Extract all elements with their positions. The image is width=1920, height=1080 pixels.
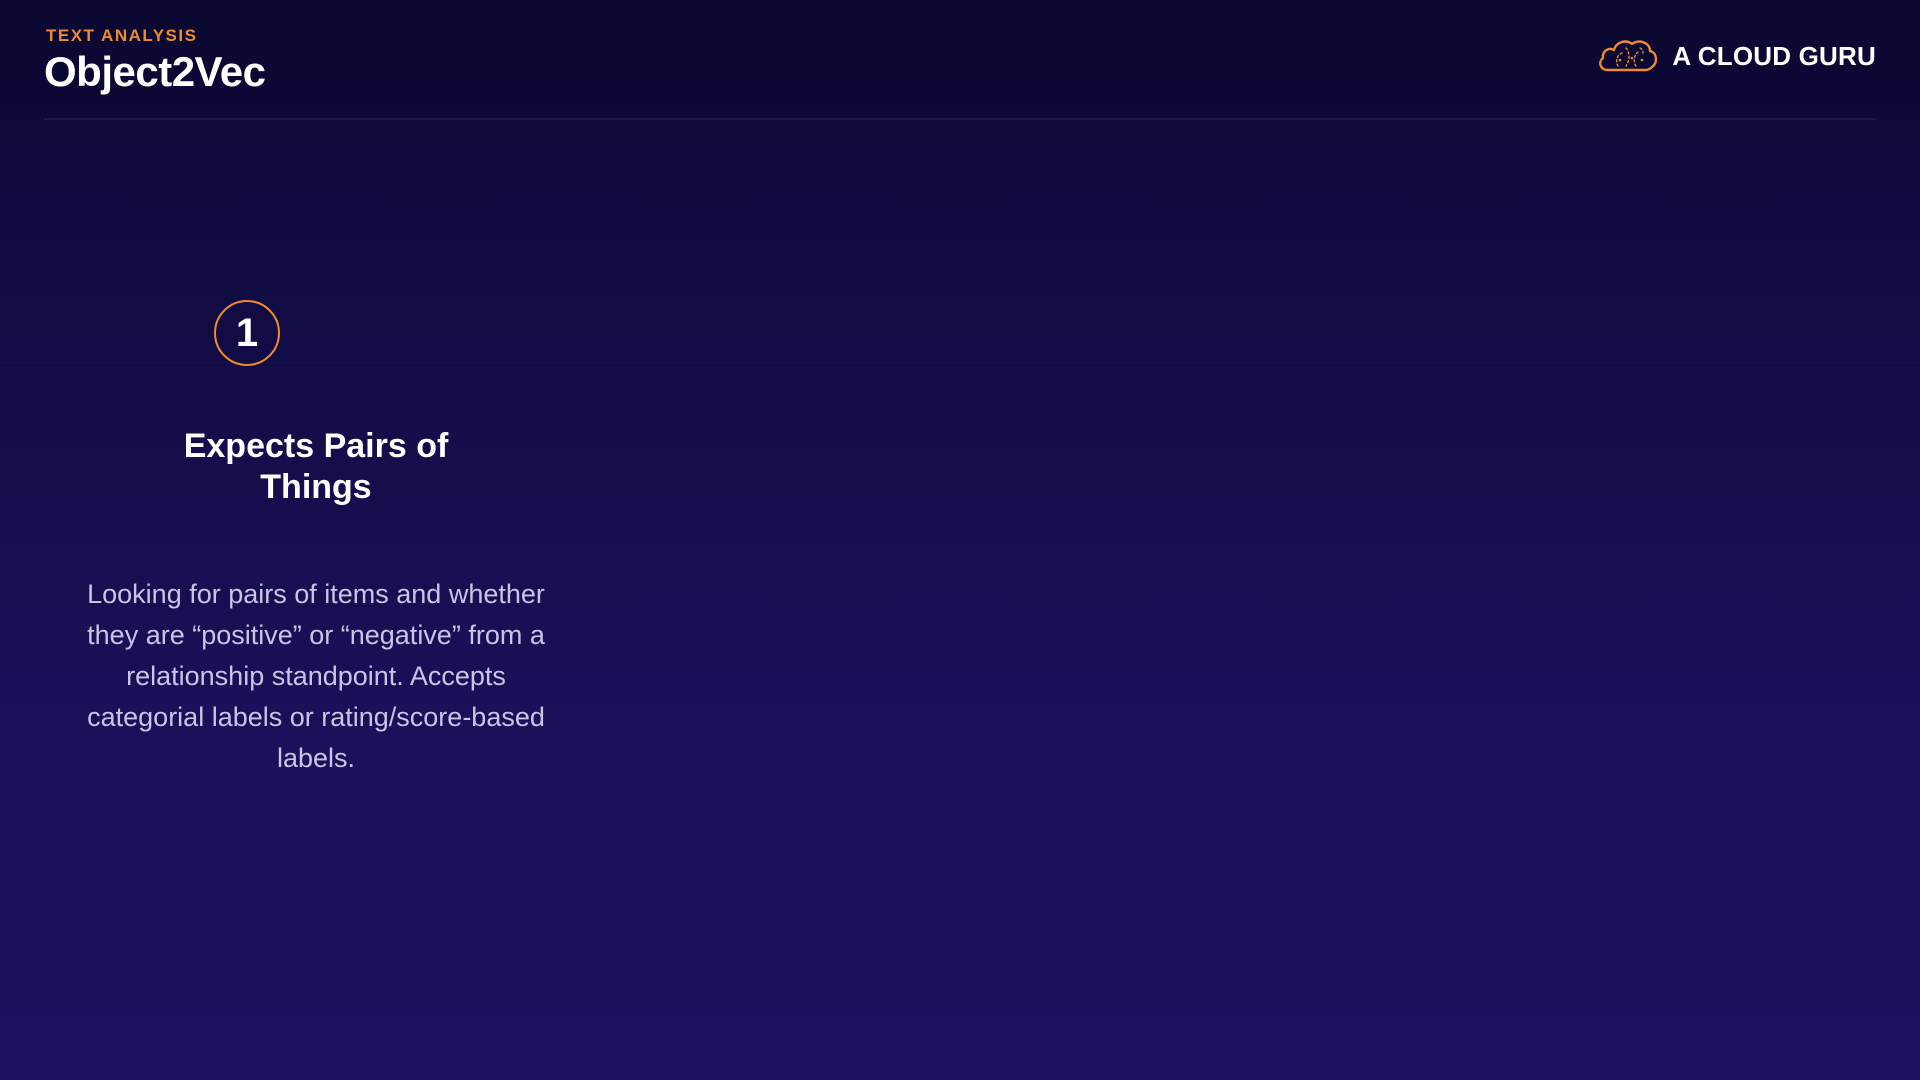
header-divider [44, 118, 1876, 120]
slide-header: TEXT ANALYSIS Object2Vec A CLOUD GURU [44, 0, 1876, 120]
background-rule [0, 362, 1920, 363]
brand-name: A CLOUD GURU [1672, 40, 1876, 71]
step-number-badge: 1 [214, 300, 280, 366]
step-title: Expects Pairs of Things [183, 427, 449, 506]
step-description: Looking for pairs of items and whether t… [87, 579, 545, 773]
page-title: Object2Vec [44, 48, 266, 95]
cloud-logo-icon [1599, 40, 1658, 72]
brand-logo: A CLOUD GURU [1596, 36, 1876, 76]
section-eyebrow: TEXT ANALYSIS [46, 26, 198, 45]
